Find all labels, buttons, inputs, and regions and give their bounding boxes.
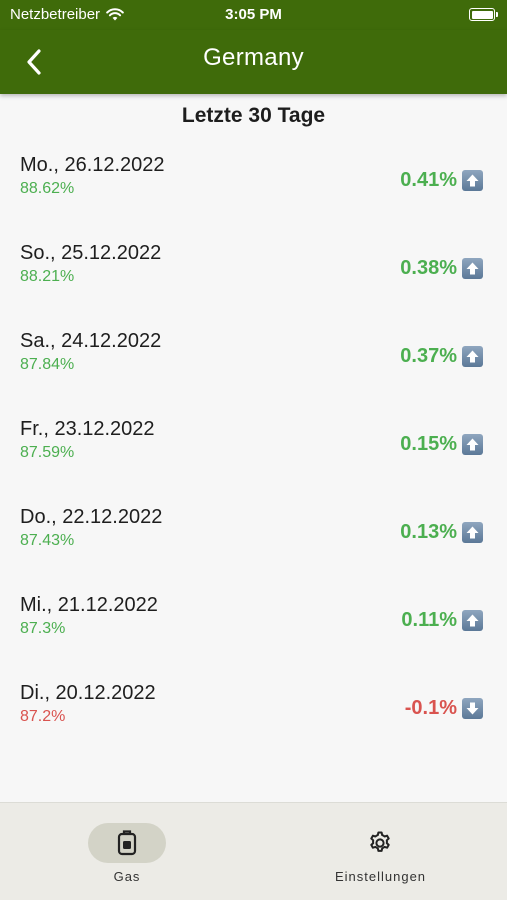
arrow-down-icon (462, 698, 483, 719)
status-bar: Netzbetreiber 3:05 PM (0, 0, 507, 30)
arrow-up-icon (462, 170, 483, 191)
row-date: Mi., 21.12.2022 (20, 594, 158, 616)
page-title: Germany (203, 44, 304, 71)
row-date: Sa., 24.12.2022 (20, 330, 162, 352)
tab-settings-label: Einstellungen (334, 869, 427, 884)
arrow-up-icon (462, 522, 483, 543)
row-change: 0.13% (400, 521, 457, 543)
list-item[interactable]: Sa., 24.12.2022 87.84% 0.37% (0, 330, 507, 418)
row-change: 0.38% (400, 257, 457, 279)
row-date: Do., 22.12.2022 (20, 506, 163, 528)
arrow-up-icon (462, 434, 483, 455)
gear-icon (370, 831, 390, 852)
row-fill-level: 88.62% (20, 180, 75, 197)
row-fill-level: 87.59% (20, 444, 75, 461)
section-title: Letzte 30 Tage (181, 104, 326, 127)
list-item[interactable]: Do., 22.12.2022 87.43% 0.13% (0, 506, 507, 594)
tab-gas[interactable]: Gas (0, 803, 253, 900)
arrow-up-icon (462, 258, 483, 279)
tab-settings[interactable]: Einstellungen (254, 803, 507, 900)
row-change: -0.1% (404, 697, 457, 719)
row-date: Fr., 23.12.2022 (20, 418, 155, 440)
status-time: 3:05 PM (225, 6, 282, 23)
row-change: 0.15% (400, 433, 457, 455)
row-fill-level: 87.2% (20, 708, 66, 725)
list-item[interactable]: So., 25.12.2022 88.21% 0.38% (0, 242, 507, 330)
list-item[interactable]: Mi., 21.12.2022 87.3% 0.11% (0, 594, 507, 682)
row-date: Mo., 26.12.2022 (20, 154, 165, 176)
row-date: Di., 20.12.2022 (20, 682, 156, 704)
gas-tank-icon (117, 830, 137, 856)
row-change: 0.37% (400, 345, 457, 367)
list-item[interactable]: Mo., 26.12.2022 88.62% 0.41% (0, 154, 507, 242)
list-item[interactable]: Fr., 23.12.2022 87.59% 0.15% (0, 418, 507, 506)
tab-bar: Gas Einstellungen (0, 802, 507, 900)
row-fill-level: 87.84% (20, 356, 75, 373)
navigation-bar: Germany (0, 30, 507, 94)
arrow-up-icon (462, 346, 483, 367)
row-change: 0.41% (400, 169, 457, 191)
arrow-up-icon (462, 610, 483, 631)
list-item[interactable]: Di., 20.12.2022 87.2% -0.1% (0, 682, 507, 770)
row-fill-level: 87.3% (20, 620, 66, 637)
row-fill-level: 88.21% (20, 268, 75, 285)
row-date: So., 25.12.2022 (20, 242, 162, 264)
row-fill-level: 87.43% (20, 532, 75, 549)
history-list[interactable]: Letzte 30 Tage Mo., 26.12.2022 88.62% 0.41… (0, 94, 507, 802)
tab-gas-label: Gas (113, 869, 141, 884)
battery-icon (469, 8, 498, 21)
row-change: 0.11% (401, 609, 457, 631)
